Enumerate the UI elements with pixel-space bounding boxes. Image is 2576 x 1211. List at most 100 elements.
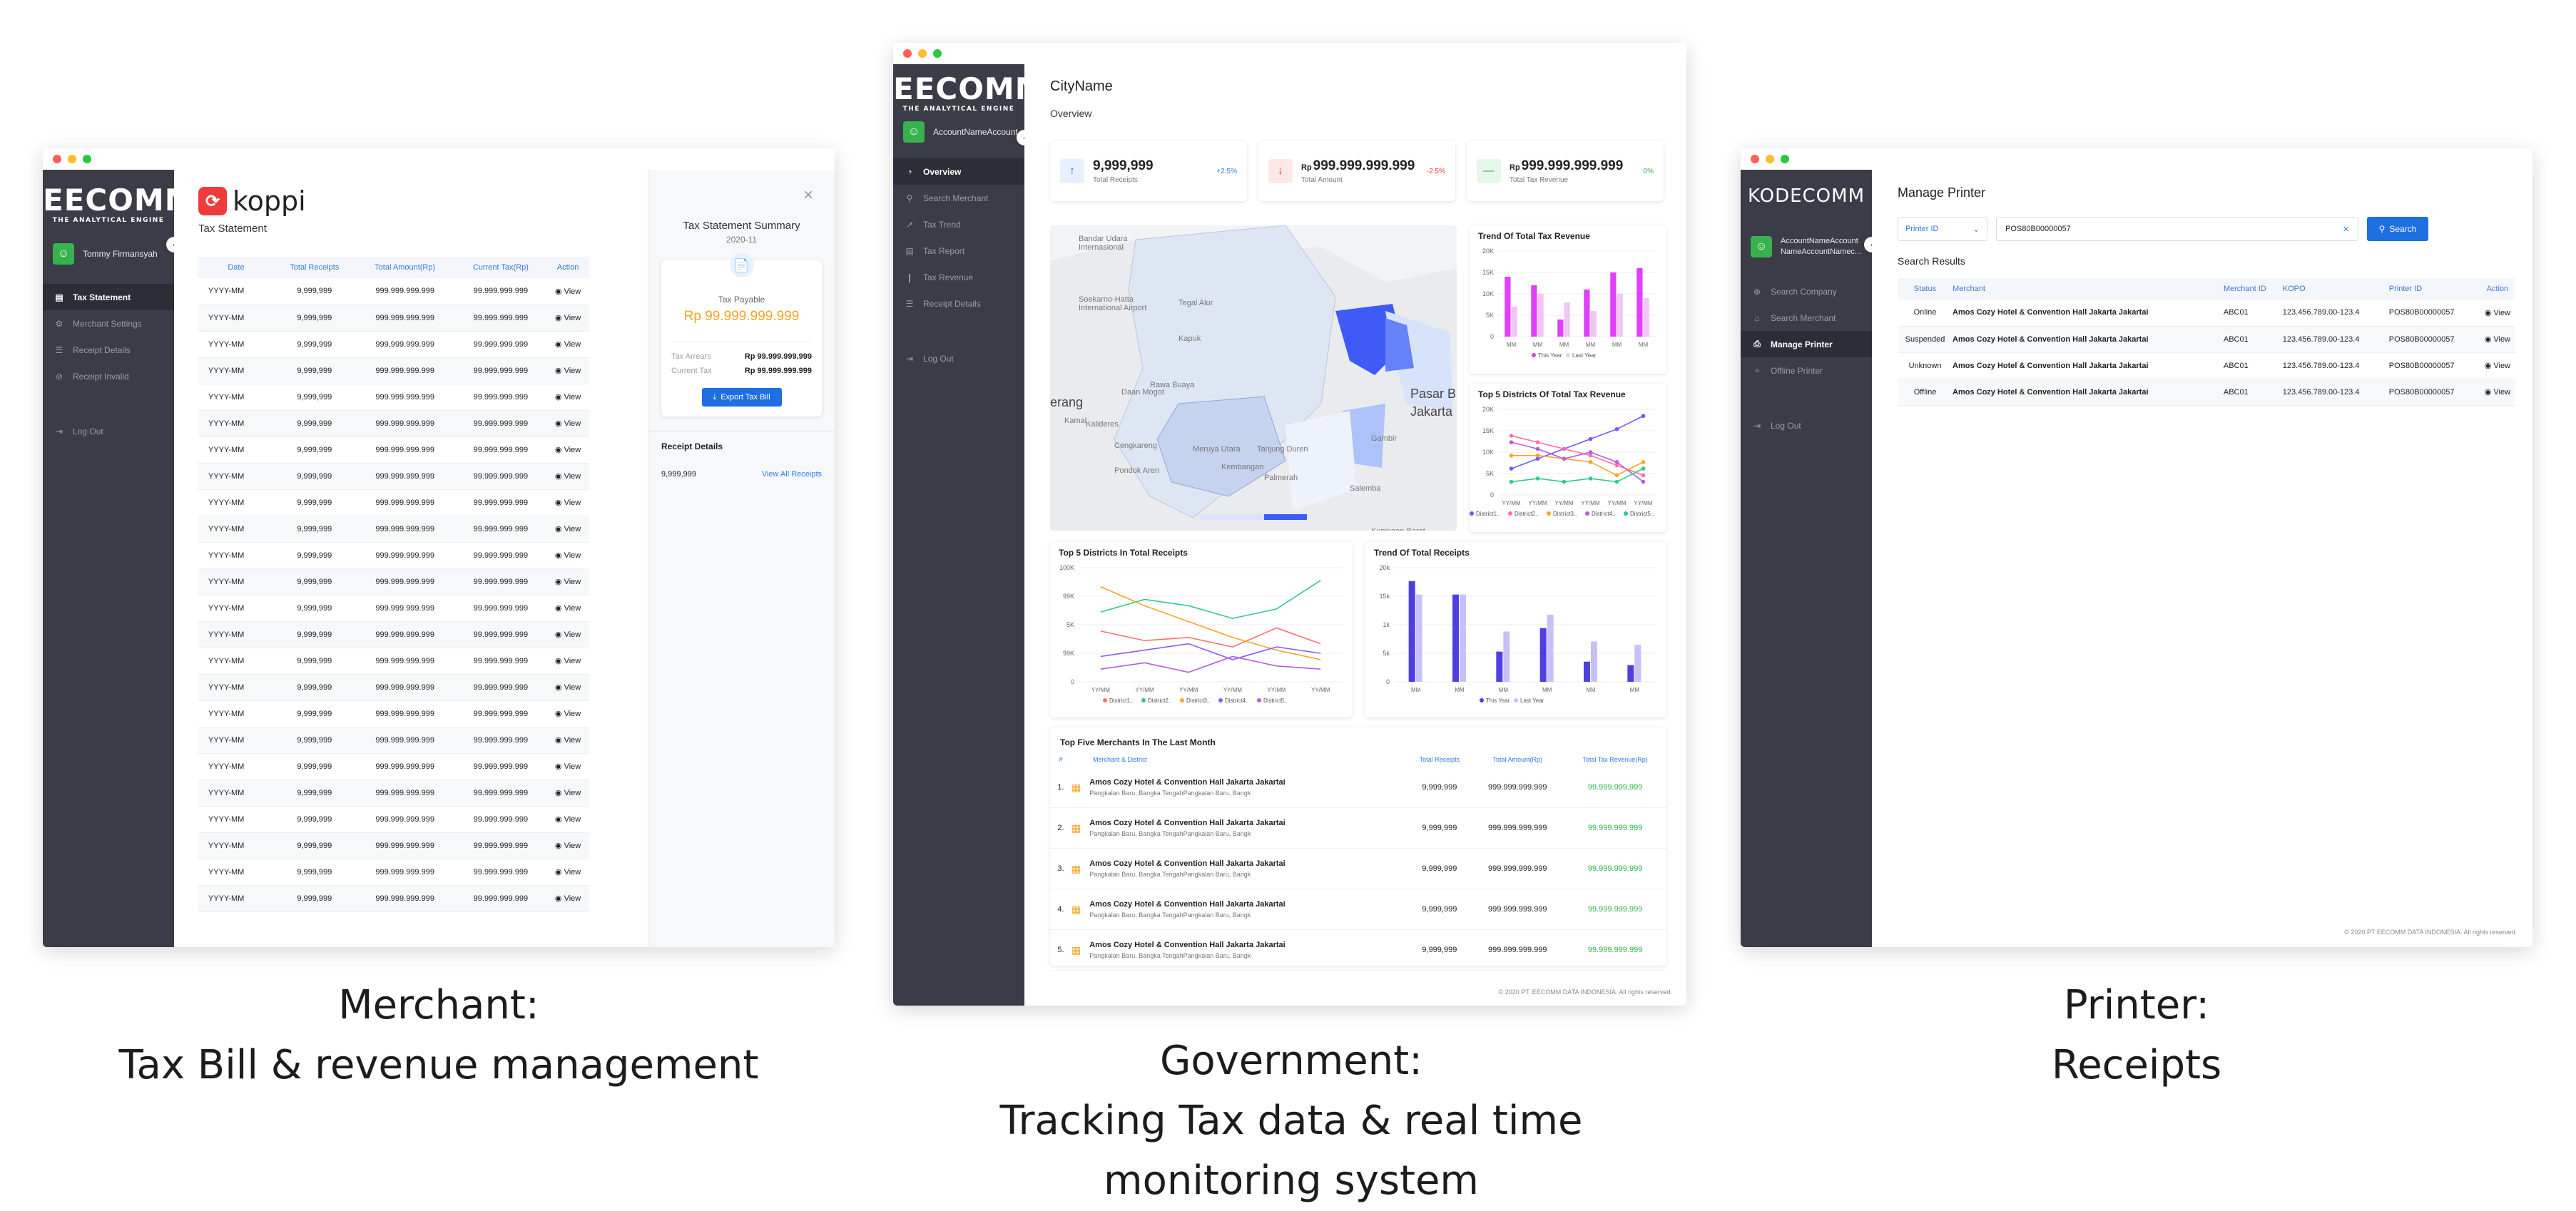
close-panel-icon[interactable]: × bbox=[803, 185, 813, 205]
view-link[interactable]: ◉ View bbox=[546, 780, 589, 807]
clear-icon[interactable]: × bbox=[2343, 223, 2349, 235]
data-point[interactable] bbox=[1641, 460, 1646, 464]
bar-this-year[interactable] bbox=[1610, 272, 1617, 337]
table-row[interactable]: 3. ▦ Amos Cozy Hotel & Convention Hall Jak… bbox=[1050, 849, 1666, 889]
data-point[interactable] bbox=[1641, 479, 1646, 484]
data-point[interactable] bbox=[1535, 476, 1540, 481]
data-point[interactable] bbox=[1588, 450, 1593, 454]
column-header[interactable]: Total Receipts bbox=[1407, 752, 1471, 767]
column-header[interactable]: Printer ID bbox=[2388, 278, 2480, 300]
series-line[interactable] bbox=[1511, 441, 1644, 483]
data-point[interactable] bbox=[1562, 479, 1567, 484]
bar-last-year[interactable] bbox=[1590, 311, 1597, 337]
user-profile[interactable]: ☺ AccountNameAccount NameAccountNamec... bbox=[1741, 227, 1872, 267]
user-profile[interactable]: ☺ Tommy Firmansyah bbox=[43, 234, 174, 274]
column-header[interactable]: Total Tax Revenue(Rp) bbox=[1564, 752, 1666, 767]
minimize-window-button[interactable] bbox=[1766, 155, 1774, 163]
column-header[interactable]: Total Amount(Rp) bbox=[355, 257, 455, 278]
bar-last-year[interactable] bbox=[1564, 302, 1570, 337]
bar-last-year[interactable] bbox=[1634, 645, 1641, 682]
view-link[interactable]: ◉ View bbox=[2479, 352, 2515, 379]
view-link[interactable]: ◉ View bbox=[2479, 300, 2515, 327]
view-link[interactable]: ◉ View bbox=[546, 621, 589, 648]
column-header[interactable]: Merchant ID bbox=[2223, 278, 2283, 300]
data-point[interactable] bbox=[1509, 479, 1514, 484]
column-header[interactable]: Merchant bbox=[1953, 278, 2224, 300]
sidebar-item-search-company[interactable]: ⊕ Search Company bbox=[1741, 278, 1872, 305]
bar-this-year[interactable] bbox=[1636, 268, 1643, 337]
search-input[interactable]: POS80B00000057 × bbox=[1996, 217, 2358, 241]
data-point[interactable] bbox=[1535, 440, 1540, 444]
series-line[interactable] bbox=[1511, 468, 1644, 483]
minimize-window-button[interactable] bbox=[68, 155, 76, 163]
bar-last-year[interactable] bbox=[1460, 594, 1466, 682]
series-line[interactable] bbox=[1100, 627, 1321, 648]
data-point[interactable] bbox=[1509, 453, 1514, 458]
view-link[interactable]: ◉ View bbox=[546, 674, 589, 701]
maximize-window-button[interactable] bbox=[1781, 155, 1789, 163]
data-point[interactable] bbox=[1562, 446, 1567, 451]
table-row[interactable]: 5. ▦ Amos Cozy Hotel & Convention Hall Jak… bbox=[1050, 930, 1666, 971]
view-link[interactable]: ◉ View bbox=[546, 832, 589, 859]
data-point[interactable] bbox=[1641, 473, 1646, 478]
view-link[interactable]: ◉ View bbox=[546, 727, 589, 754]
bar-this-year[interactable] bbox=[1505, 277, 1511, 337]
filter-select[interactable]: Printer ID ⌄ bbox=[1898, 217, 1987, 241]
view-link[interactable]: ◉ View bbox=[546, 568, 589, 596]
sidebar-item-tax-revenue[interactable]: ❙ Tax Revenue bbox=[893, 264, 1024, 290]
column-header[interactable]: Date bbox=[198, 257, 274, 278]
bar-last-year[interactable] bbox=[1617, 294, 1623, 337]
column-header[interactable]: # bbox=[1050, 752, 1071, 767]
view-link[interactable]: ◉ View bbox=[546, 753, 589, 780]
bar-last-year[interactable] bbox=[1415, 594, 1422, 682]
series-line[interactable] bbox=[1100, 643, 1321, 660]
view-link[interactable]: ◉ View bbox=[546, 885, 589, 912]
view-link[interactable]: ◉ View bbox=[546, 463, 589, 490]
sidebar-item-overview[interactable]: ◔ Overview bbox=[893, 158, 1024, 185]
bar-last-year[interactable] bbox=[1537, 294, 1544, 337]
view-link[interactable]: ◉ View bbox=[546, 305, 589, 332]
bar-this-year[interactable] bbox=[1531, 285, 1537, 337]
view-link[interactable]: ◉ View bbox=[546, 489, 589, 516]
sidebar-item-search-merchant[interactable]: ⌂ Search Merchant bbox=[1741, 305, 1872, 331]
sidebar-item-manage-printer[interactable]: ⎙ Manage Printer bbox=[1741, 331, 1872, 357]
data-point[interactable] bbox=[1588, 460, 1593, 464]
sidebar-item-tax-trend[interactable]: ↗ Tax Trend bbox=[893, 211, 1024, 237]
view-link[interactable]: ◉ View bbox=[546, 595, 589, 622]
maximize-window-button[interactable] bbox=[933, 49, 942, 58]
data-point[interactable] bbox=[1562, 456, 1567, 461]
sidebar-item-tax-statement[interactable]: ▤ Tax Statement bbox=[43, 284, 174, 310]
bar-last-year[interactable] bbox=[1591, 641, 1597, 682]
view-link[interactable]: ◉ View bbox=[546, 436, 589, 464]
maximize-window-button[interactable] bbox=[83, 155, 91, 163]
data-point[interactable] bbox=[1535, 453, 1540, 458]
district-map[interactable]: Bandar Udara Internasional Soekarno-Hatta I… bbox=[1050, 225, 1457, 531]
column-header[interactable]: Action bbox=[546, 257, 589, 278]
bar-last-year[interactable] bbox=[1547, 614, 1554, 682]
view-link[interactable]: ◉ View bbox=[546, 384, 589, 411]
data-point[interactable] bbox=[1535, 446, 1540, 451]
data-point[interactable] bbox=[1588, 476, 1593, 481]
data-point[interactable] bbox=[1509, 440, 1514, 444]
data-point[interactable] bbox=[1614, 479, 1619, 484]
logout-button[interactable]: ⇥ Log Out bbox=[43, 418, 174, 444]
bar-this-year[interactable] bbox=[1627, 665, 1634, 682]
view-link[interactable]: ◉ View bbox=[546, 806, 589, 833]
bar-last-year[interactable] bbox=[1503, 631, 1510, 682]
bar-this-year[interactable] bbox=[1408, 581, 1415, 682]
view-link[interactable]: ◉ View bbox=[546, 648, 589, 675]
view-link[interactable]: ◉ View bbox=[546, 357, 589, 384]
view-link[interactable]: ◉ View bbox=[546, 410, 589, 437]
user-profile[interactable]: ☺ AccountNameAccount bbox=[893, 120, 1024, 144]
series-line[interactable] bbox=[1511, 454, 1644, 476]
table-row[interactable]: 4. ▦ Amos Cozy Hotel & Convention Hall Jak… bbox=[1050, 889, 1666, 930]
view-link[interactable]: ◉ View bbox=[546, 331, 589, 358]
view-link[interactable]: ◉ View bbox=[546, 516, 589, 543]
logout-button[interactable]: ⇥ Log Out bbox=[1741, 412, 1872, 439]
sidebar-item-offline-printer[interactable]: ≈ Offline Printer bbox=[1741, 357, 1872, 384]
sidebar-item-merchant-settings[interactable]: ⚙ Merchant Settings bbox=[43, 310, 174, 337]
view-link[interactable]: ◉ View bbox=[546, 278, 589, 305]
bar-this-year[interactable] bbox=[1496, 651, 1503, 682]
data-point[interactable] bbox=[1614, 426, 1619, 431]
view-link[interactable]: ◉ View bbox=[546, 700, 589, 727]
